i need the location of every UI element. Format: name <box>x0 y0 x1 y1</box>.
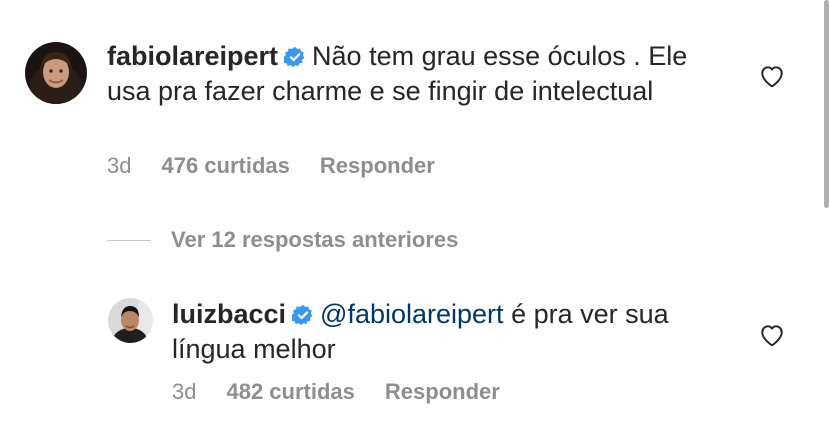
comment-meta: 3d 482 curtidas Responder <box>172 379 530 405</box>
mention-link[interactable]: @fabiolareipert <box>320 299 504 329</box>
username[interactable]: luizbacci <box>172 299 286 329</box>
comment-text: luizbacci @fabiolareipert é pra ver sua l… <box>172 298 732 365</box>
avatar[interactable] <box>108 298 153 343</box>
view-replies-label[interactable]: Ver 12 respostas anteriores <box>171 227 458 253</box>
verified-badge-icon <box>289 301 314 333</box>
like-count[interactable]: 482 curtidas <box>226 379 354 405</box>
comment-meta: 3d 476 curtidas Responder <box>107 153 465 179</box>
view-replies-button[interactable]: Ver 12 respostas anteriores <box>107 227 458 253</box>
reply-button[interactable]: Responder <box>320 153 435 179</box>
scrollbar[interactable] <box>824 0 829 208</box>
comment-time: 3d <box>107 153 132 178</box>
comment-time: 3d <box>172 379 197 404</box>
like-heart-icon[interactable] <box>759 64 785 93</box>
reply-button[interactable]: Responder <box>385 379 500 405</box>
comment-item: fabiolareipert Não tem grau esse óculos .… <box>0 0 829 208</box>
reply-item: luizbacci @fabiolareipert é pra ver sua l… <box>0 285 829 430</box>
like-count[interactable]: 476 curtidas <box>161 153 289 179</box>
divider <box>107 239 151 241</box>
like-heart-icon[interactable] <box>759 323 785 352</box>
comment-text: fabiolareipert Não tem grau esse óculos .… <box>107 40 707 107</box>
verified-badge-icon <box>281 43 306 75</box>
avatar[interactable] <box>25 42 87 104</box>
username[interactable]: fabiolareipert <box>107 41 278 71</box>
